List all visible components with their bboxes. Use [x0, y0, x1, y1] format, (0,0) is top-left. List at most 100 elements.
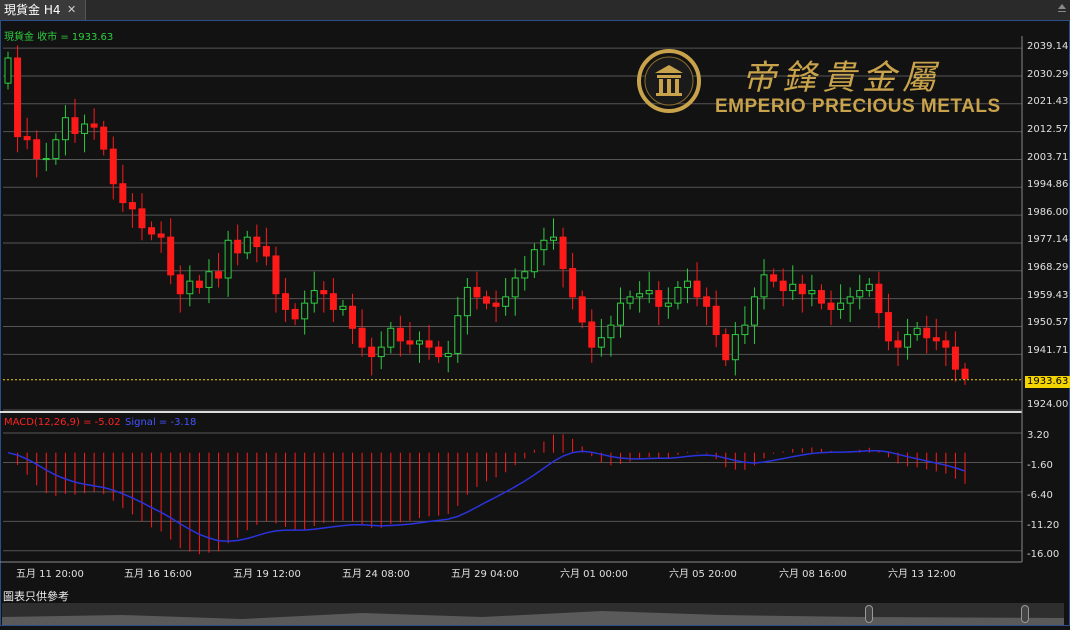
candle-body: [856, 290, 864, 298]
candle-body: [138, 208, 146, 229]
candle-body: [626, 296, 634, 304]
candle-body: [444, 352, 452, 358]
candle-body: [693, 280, 701, 298]
candle-body: [320, 290, 328, 295]
candle-body: [167, 236, 175, 276]
time-tick: 六月 05 20:00: [669, 569, 737, 580]
candle-body: [483, 296, 490, 304]
candle-body: [913, 327, 921, 336]
candle-body: [607, 324, 615, 339]
candle-body: [559, 236, 567, 270]
candle-body: [616, 302, 624, 326]
candle-body: [951, 346, 959, 370]
macd-tick: -6.40: [1027, 490, 1053, 501]
candle-body: [817, 290, 825, 304]
price-tick: 1977.14: [1027, 234, 1069, 245]
navigator-overview: [2, 611, 1064, 625]
macd-tick: -1.60: [1027, 460, 1053, 471]
candle-body: [301, 302, 309, 320]
candle-body: [894, 340, 902, 348]
candle-body: [291, 308, 299, 320]
candle-body: [884, 312, 892, 342]
price-tick: 1994.86: [1027, 179, 1069, 190]
signal-label: Signal = -3.18: [125, 417, 197, 428]
candle-body: [779, 280, 787, 292]
candle-body: [81, 123, 89, 134]
candle-body: [798, 283, 806, 295]
candle-body: [454, 315, 462, 354]
candle-body: [128, 202, 136, 210]
candle-body: [52, 139, 60, 160]
navigator-left-handle[interactable]: [865, 605, 873, 623]
price-tick: 1968.29: [1027, 262, 1069, 273]
candle-body: [961, 368, 969, 380]
candle-body: [109, 148, 117, 185]
candle-body: [272, 255, 280, 295]
candle-body: [100, 126, 108, 150]
candle-body: [808, 290, 816, 295]
price-tick: 1941.71: [1027, 345, 1069, 356]
candle-body: [463, 286, 471, 317]
candle-body: [377, 346, 385, 358]
time-tick: 五月 24 08:00: [342, 569, 410, 580]
candle-body: [502, 296, 510, 307]
logo-chinese-text: 帝鋒貴金屬: [742, 58, 942, 98]
time-tick: 六月 08 16:00: [779, 569, 847, 580]
candle-body: [731, 334, 739, 361]
candle-body: [119, 183, 127, 204]
candle-body: [904, 334, 912, 348]
price-tick: 1924.00: [1027, 399, 1069, 410]
price-tick: 2030.29: [1027, 69, 1069, 80]
candle-body: [846, 296, 854, 304]
candle-body: [865, 283, 873, 292]
candle-body: [597, 337, 605, 348]
candle-body: [23, 136, 31, 141]
candle-body: [712, 305, 720, 336]
candle-body: [358, 327, 366, 348]
candle-body: [33, 139, 41, 160]
price-tick: 2039.14: [1027, 41, 1069, 52]
macd-tick: -11.20: [1027, 520, 1060, 531]
candle-body: [655, 290, 663, 307]
candle-body: [540, 239, 548, 251]
price-tick: 2003.71: [1027, 152, 1069, 163]
candle-body: [636, 293, 644, 298]
candle-body: [406, 340, 414, 345]
candle-body: [942, 340, 950, 348]
time-tick: 五月 16 16:00: [124, 569, 192, 580]
candle-body: [42, 158, 50, 161]
candle-body: [157, 233, 165, 238]
candle-body: [473, 286, 481, 298]
navigator-scrollbar[interactable]: [2, 603, 1064, 625]
price-tick: 2012.57: [1027, 124, 1069, 135]
candle-body: [511, 277, 519, 298]
price-tick: 1950.57: [1027, 317, 1069, 328]
time-tick: 五月 29 04:00: [451, 569, 519, 580]
disclaimer-text: 圖表只供參考: [3, 590, 69, 603]
price-tick: 1959.43: [1027, 290, 1069, 301]
candle-body: [683, 280, 691, 288]
candle-body: [530, 249, 538, 273]
candle-body: [923, 327, 931, 339]
candle-body: [492, 302, 500, 307]
logo-emblem-icon: [637, 49, 701, 113]
candle-body: [387, 327, 395, 348]
candle-body: [837, 302, 845, 310]
candle-body: [243, 236, 251, 254]
navigator-right-handle[interactable]: [1021, 605, 1029, 623]
time-tick: 五月 11 20:00: [16, 569, 84, 580]
candle-body: [760, 274, 768, 298]
candle-body: [674, 286, 682, 304]
candle-body: [205, 271, 213, 288]
candle-body: [703, 296, 711, 307]
candle-body: [875, 283, 883, 314]
candle-body: [195, 280, 203, 288]
candle-body: [770, 274, 778, 282]
candle-body: [234, 239, 242, 254]
candle-body: [148, 227, 156, 235]
candle-body: [262, 246, 270, 257]
candle-body: [282, 293, 290, 310]
candle-body: [588, 321, 596, 348]
candle-body: [224, 239, 232, 279]
candle-body: [396, 327, 404, 342]
